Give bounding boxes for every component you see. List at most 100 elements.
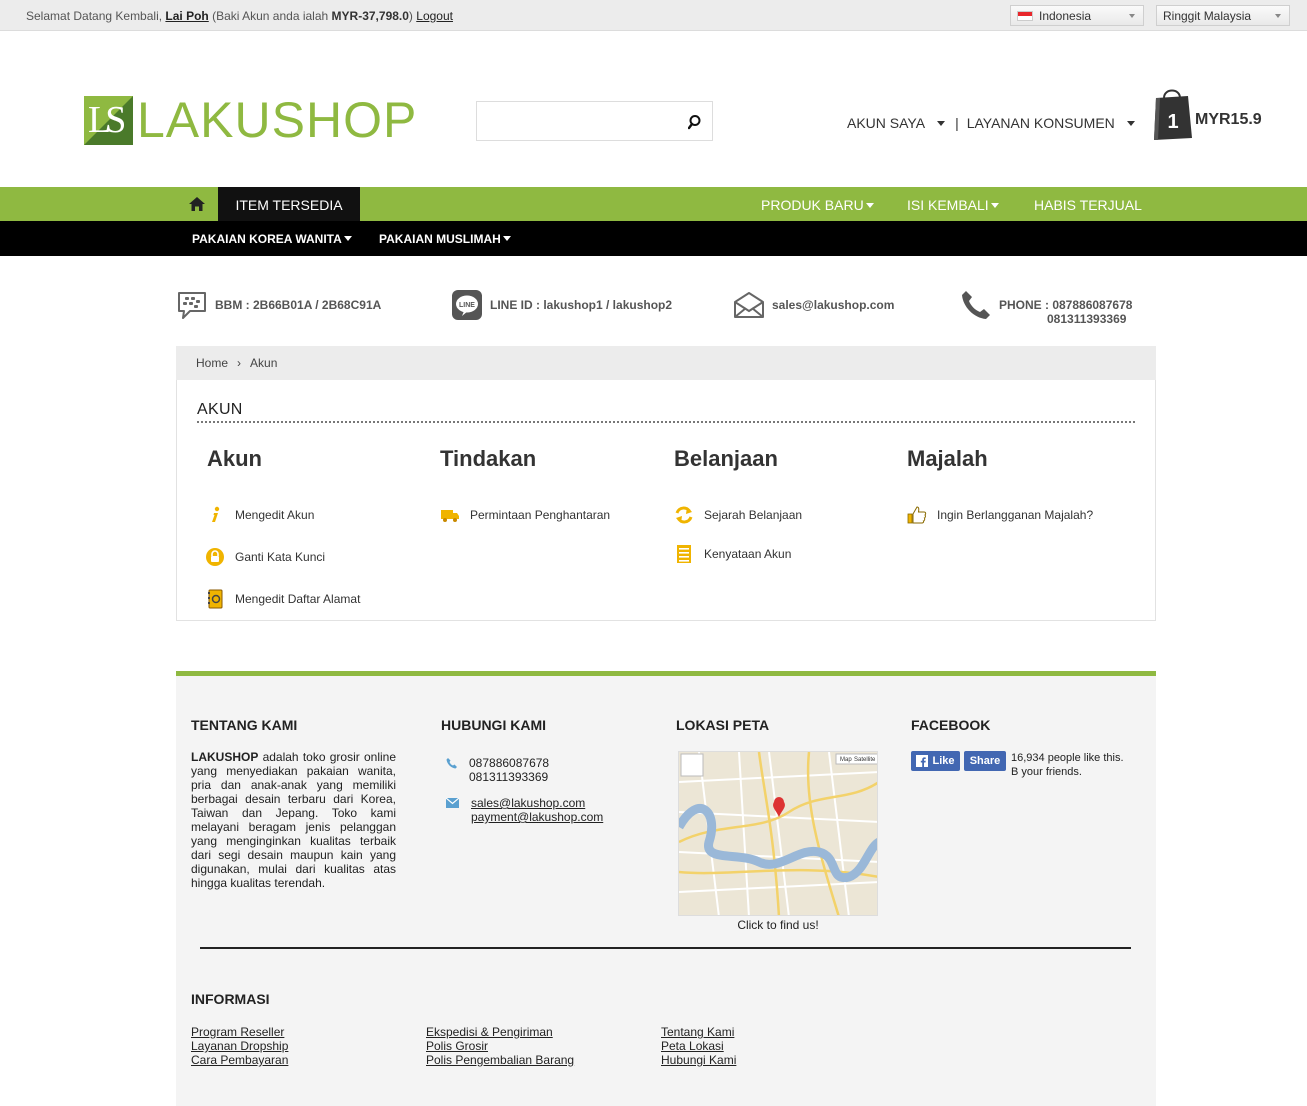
link-contact-us[interactable]: Hubungi Kami bbox=[661, 1053, 736, 1067]
svg-text:LINE: LINE bbox=[459, 302, 475, 309]
facebook-icon bbox=[916, 755, 929, 767]
satellite-button: Satellite bbox=[854, 757, 876, 763]
chevron-down-icon bbox=[937, 121, 946, 126]
link-edit-address-book[interactable]: Mengedit Daftar Alamat bbox=[205, 589, 360, 609]
refresh-icon bbox=[675, 506, 693, 524]
link-about-us[interactable]: Tentang Kami bbox=[661, 1025, 736, 1039]
language-value: Indonesia bbox=[1039, 9, 1092, 23]
nav-restock[interactable]: ISI KEMBALI bbox=[907, 187, 999, 221]
nav-korean-women-clothing[interactable]: PAKAIAN KOREA WANITA bbox=[192, 221, 352, 256]
info-links-col-2: Ekspedisi & Pengiriman Polis Grosir Poli… bbox=[426, 1025, 574, 1067]
line-text: LINE ID : lakushop1 / lakushop2 bbox=[490, 298, 673, 312]
home-icon bbox=[189, 197, 205, 211]
email-icon bbox=[446, 798, 459, 808]
link-return-policy[interactable]: Polis Pengembalian Barang bbox=[426, 1053, 574, 1067]
bbm-chat-icon bbox=[178, 292, 206, 319]
nav-muslim-clothing[interactable]: PAKAIAN MUSLIMAH bbox=[379, 221, 511, 256]
search-input[interactable] bbox=[476, 101, 713, 141]
email-text[interactable]: sales@lakushop.com bbox=[772, 298, 894, 312]
facebook-share-button[interactable]: Share bbox=[964, 751, 1006, 771]
customer-service-menu[interactable]: LAYANAN KONSUMEN bbox=[967, 115, 1135, 131]
truck-icon bbox=[441, 510, 459, 522]
cart-count: 1 bbox=[1167, 111, 1178, 133]
link-payment-method[interactable]: Cara Pembayaran bbox=[191, 1053, 288, 1067]
chevron-down-icon bbox=[1126, 121, 1135, 126]
balance-value: MYR-37,798.0 bbox=[331, 9, 409, 23]
location-map[interactable]: Map Satellite bbox=[678, 751, 878, 916]
column-heading-tindakan: Tindakan bbox=[440, 446, 537, 471]
contact-bbm: BBM : 2B66B01A / 2B68C91A bbox=[176, 289, 381, 321]
shopping-bag-icon[interactable]: 1 bbox=[1152, 86, 1192, 140]
welcome-prefix: Selamat Datang Kembali, bbox=[26, 9, 163, 23]
info-icon bbox=[212, 506, 220, 522]
tab-items-available[interactable]: ITEM TERSEDIA bbox=[218, 187, 360, 221]
link-dropship[interactable]: Layanan Dropship bbox=[191, 1039, 288, 1053]
footer-phone-1: 087886087678 bbox=[469, 756, 550, 770]
footer-about-text: LAKUSHOP adalah toko grosir online yang … bbox=[191, 750, 396, 890]
link-change-password[interactable]: Ganti Kata Kunci bbox=[205, 547, 325, 567]
phone-icon bbox=[962, 291, 990, 319]
breadcrumb-bar bbox=[176, 346, 1156, 380]
language-select[interactable]: Indonesia bbox=[1010, 5, 1144, 26]
column-heading-akun: Akun bbox=[207, 446, 262, 471]
info-links-col-3: Tentang Kami Peta Lokasi Hubungi Kami bbox=[661, 1025, 736, 1067]
link-subscribe-magazine[interactable]: Ingin Berlangganan Majalah? bbox=[907, 505, 1093, 525]
account-panel bbox=[176, 380, 1156, 621]
link-delivery-request[interactable]: Permintaan Penghantaran bbox=[440, 505, 610, 525]
envelope-icon bbox=[734, 292, 764, 318]
facebook-like-count: 16,934 people like this. B your friends. bbox=[1011, 752, 1124, 778]
logo-text: LAKUSHOP bbox=[137, 92, 418, 148]
username-link[interactable]: Lai Poh bbox=[165, 9, 208, 23]
home-nav-button[interactable] bbox=[176, 187, 218, 221]
breadcrumb-home[interactable]: Home bbox=[196, 356, 228, 370]
map-caption[interactable]: Click to find us! bbox=[678, 918, 878, 932]
logo-mark: LS bbox=[84, 95, 133, 145]
link-map-location[interactable]: Peta Lokasi bbox=[661, 1039, 736, 1053]
currency-select[interactable]: Ringgit Malaysia bbox=[1156, 5, 1290, 26]
statement-icon bbox=[677, 545, 691, 563]
footer-divider bbox=[200, 947, 1131, 949]
link-account-statement[interactable]: Kenyataan Akun bbox=[674, 544, 791, 564]
nav-new-products[interactable]: PRODUK BARU bbox=[761, 187, 874, 221]
search-icon[interactable] bbox=[688, 114, 704, 130]
contact-email: sales@lakushop.com bbox=[733, 289, 894, 321]
chevron-down-icon bbox=[865, 203, 874, 208]
contact-line: LINE LINE ID : lakushop1 / lakushop2 bbox=[451, 289, 672, 321]
link-shipping[interactable]: Ekspedisi & Pengiriman bbox=[426, 1025, 574, 1039]
nav-sold-out[interactable]: HABIS TERJUAL bbox=[1034, 187, 1142, 221]
footer-emails: sales@lakushop.com payment@lakushop.com bbox=[471, 796, 603, 824]
facebook-like-button[interactable]: Like bbox=[911, 751, 960, 771]
column-heading-majalah: Majalah bbox=[907, 446, 988, 471]
chevron-down-icon bbox=[502, 236, 511, 241]
map-image: Map Satellite bbox=[679, 752, 877, 915]
breadcrumb-current: Akun bbox=[250, 356, 278, 370]
account-menu[interactable]: AKUN SAYA bbox=[847, 115, 946, 131]
link-purchase-history[interactable]: Sejarah Belanjaan bbox=[674, 505, 802, 525]
link-program-reseller[interactable]: Program Reseller bbox=[191, 1025, 288, 1039]
thumbs-up-icon bbox=[907, 506, 927, 524]
line-app-icon: LINE bbox=[452, 290, 482, 320]
site-logo[interactable]: LS LAKUSHOP bbox=[84, 95, 417, 145]
menu-separator: | bbox=[955, 115, 959, 131]
logout-link[interactable]: Logout bbox=[416, 9, 453, 23]
contact-phone: PHONE : 087886087678 081311393369 bbox=[960, 289, 1132, 326]
welcome-message: Selamat Datang Kembali, Lai Poh (Baki Ak… bbox=[26, 9, 453, 23]
link-edit-account[interactable]: Mengedit Akun bbox=[205, 505, 314, 525]
balance-suffix: ) bbox=[408, 9, 413, 23]
footer-email-sales[interactable]: sales@lakushop.com bbox=[471, 796, 603, 810]
link-wholesale-policy[interactable]: Polis Grosir bbox=[426, 1039, 574, 1053]
cart-total: MYR15.9 bbox=[1195, 111, 1262, 128]
footer-info-heading: INFORMASI bbox=[191, 991, 270, 1007]
title-divider bbox=[197, 421, 1135, 423]
footer-facebook-heading: FACEBOOK bbox=[911, 717, 991, 733]
map-button: Map bbox=[840, 757, 852, 763]
page-title: AKUN bbox=[197, 401, 243, 418]
balance-prefix: (Baki Akun anda ialah bbox=[212, 9, 329, 23]
footer-email-payment[interactable]: payment@lakushop.com bbox=[471, 810, 603, 824]
bbm-text: BBM : 2B66B01A / 2B68C91A bbox=[215, 298, 382, 312]
currency-value: Ringgit Malaysia bbox=[1163, 9, 1252, 23]
breadcrumb-arrow-icon: › bbox=[237, 356, 242, 370]
footer-phones: 087886087678 081311393369 bbox=[469, 756, 549, 784]
phone-text-1: PHONE : 087886087678 bbox=[999, 298, 1133, 312]
indonesia-flag-icon bbox=[1017, 11, 1033, 21]
